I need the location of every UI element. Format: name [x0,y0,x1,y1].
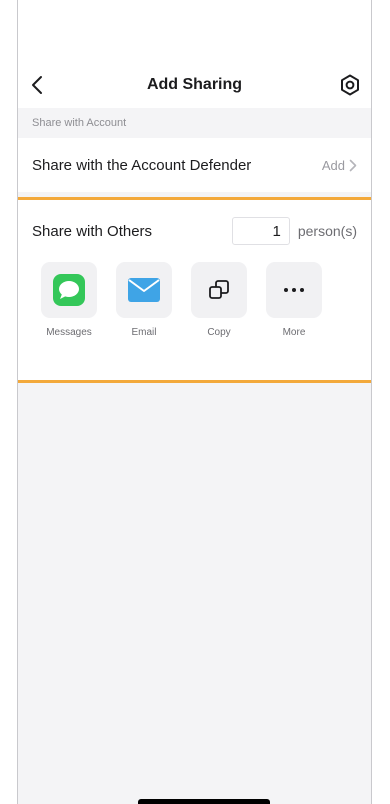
share-option-email[interactable]: Email [116,262,172,338]
copy-label: Copy [207,327,231,338]
page-title: Add Sharing [146,76,243,93]
copy-icon [209,280,229,299]
more-label: More [282,327,306,338]
home-indicator [138,799,270,804]
copy-tile [191,262,247,318]
section-gap [18,192,371,200]
more-tile [266,262,322,318]
chevron-right-icon [349,159,357,171]
settings-button[interactable] [337,72,363,98]
share-option-messages[interactable]: Messages [41,262,97,338]
messages-label: Messages [46,327,92,338]
navigation-bar: Add Sharing [18,62,371,108]
settings-icon [341,74,359,96]
add-link[interactable]: Add [322,158,357,173]
email-icon [128,278,160,302]
status-bar-area [18,0,371,62]
email-tile [116,262,172,318]
share-options-list: Messages Email Copy More [18,262,371,338]
add-label: Add [321,157,345,173]
share-option-copy[interactable]: Copy [191,262,247,338]
person-count-input[interactable] [231,217,290,245]
share-with-others-label: Share with Others [32,222,153,240]
messages-icon [53,274,85,306]
share-count-row: Share with Others person(s) [18,200,371,262]
share-account-defender-row[interactable]: Share with the Account Defender Add [18,138,371,192]
person-unit-label: person(s) [297,223,357,239]
account-defender-label: Share with the Account Defender [32,156,252,174]
email-label: Email [131,327,157,338]
share-option-more[interactable]: More [266,262,322,338]
messages-tile [41,262,97,318]
section-header-account: Share with Account [18,108,371,138]
share-with-others-card: Share with Others person(s) Messages [18,197,371,383]
app-screen: Add Sharing Share with Account Share wit… [17,0,372,804]
more-icon [284,288,304,292]
